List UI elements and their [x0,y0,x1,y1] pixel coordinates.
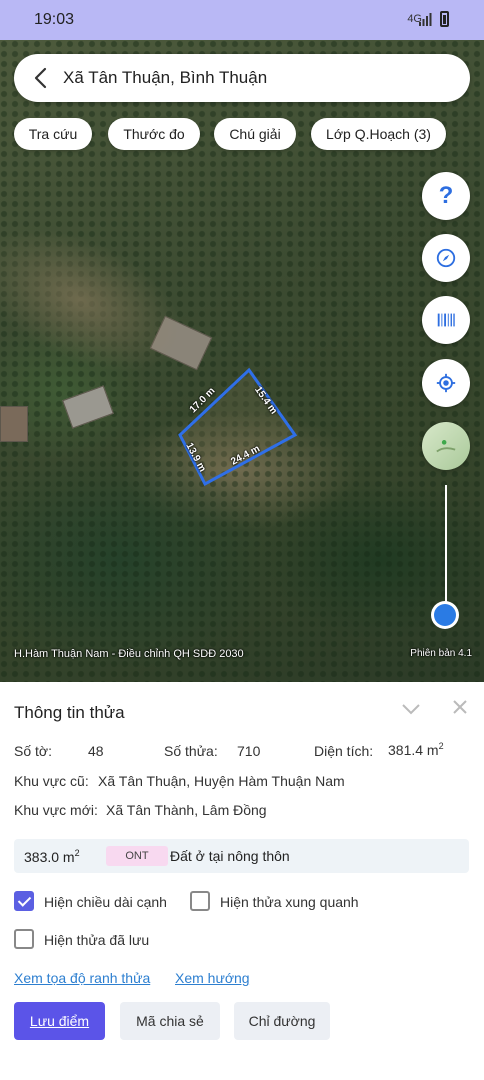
back-arrow-icon[interactable] [30,66,54,90]
view-boundary-coordinates-link[interactable]: Xem tọa độ ranh thửa [14,970,150,986]
battery-icon [440,11,449,27]
area-label: Diện tích: [314,743,374,759]
chip-chu-giai[interactable]: Chú giải [214,118,296,150]
signal-icon [419,13,432,26]
chip-tra-cuu[interactable]: Tra cứu [14,118,92,150]
compass-icon [436,248,456,268]
close-icon[interactable] [451,698,469,716]
parcel-number-label: Số thửa: [164,743,218,759]
show-edge-length-checkbox[interactable] [14,891,34,911]
parcel-info-panel: Thông tin thửa Số tờ: 48 Số thửa: 710 Di… [0,682,484,1080]
land-type-text: Đất ở tại nông thôn [170,848,290,864]
map-layer-caption: H.Hàm Thuận Nam - Điều chỉnh QH SDĐ 2030 [14,648,244,660]
area-value: 381.4 m2 [388,741,444,758]
new-region-label: Khu vực mới: [14,802,98,818]
zoom-slider-track[interactable] [445,485,447,613]
chip-lop-quy-hoach[interactable]: Lớp Q.Hoạch (3) [311,118,446,150]
help-button[interactable]: ? [422,172,470,220]
locate-icon [436,373,456,393]
share-code-button[interactable]: Mã chia sẻ [120,1002,220,1040]
show-saved-parcels-checkbox[interactable] [14,929,34,949]
show-neighbor-parcels-checkbox[interactable] [190,891,210,911]
show-saved-parcels-label: Hiện thửa đã lưu [44,932,150,948]
barcode-button[interactable] [422,296,470,344]
save-point-button[interactable]: Lưu điểm [14,1002,105,1040]
chip-thuoc-do[interactable]: Thước đo [108,118,200,150]
zoom-slider-handle[interactable] [431,601,459,629]
barcode-icon [437,313,455,327]
land-area-value: 383.0 m2 [24,848,80,865]
map-type-button[interactable] [422,422,470,470]
new-region-value: Xã Tân Thành, Lâm Đồng [106,802,267,818]
show-edge-length-label: Hiện chiều dài cạnh [44,894,167,910]
sheet-number-label: Số tờ: [14,743,52,759]
old-region-value: Xã Tân Thuận, Huyện Hàm Thuận Nam [98,773,345,789]
app-version: Phiên bản 4.1 [410,648,472,659]
my-location-button[interactable] [422,359,470,407]
question-mark-icon: ? [438,182,454,209]
sheet-number-value: 48 [88,743,104,759]
land-code-badge: ONT [106,846,168,866]
directions-button[interactable]: Chỉ đường [234,1002,330,1040]
land-use-row: 383.0 m2 ONT Đất ở tại nông thôn [14,839,469,873]
show-neighbor-parcels-label: Hiện thửa xung quanh [220,894,359,910]
compass-button[interactable] [422,234,470,282]
view-direction-link[interactable]: Xem hướng [175,970,250,986]
chevron-down-icon[interactable] [400,698,422,720]
map-thumbnail-icon [436,440,456,453]
location-search-bar[interactable]: Xã Tân Thuận, Bình Thuận [14,54,470,102]
location-title: Xã Tân Thuận, Bình Thuận [63,68,268,87]
satellite-map[interactable]: 17.0 m 15.4 m 13.9 m 24.4 m Xã Tân Thuận… [0,40,484,682]
status-bar: 19:03 4G [0,0,484,40]
panel-title: Thông tin thửa [14,703,125,722]
parcel-number-value: 710 [237,743,261,759]
old-region-label: Khu vực cũ: [14,773,89,789]
status-time: 19:03 [34,11,75,28]
